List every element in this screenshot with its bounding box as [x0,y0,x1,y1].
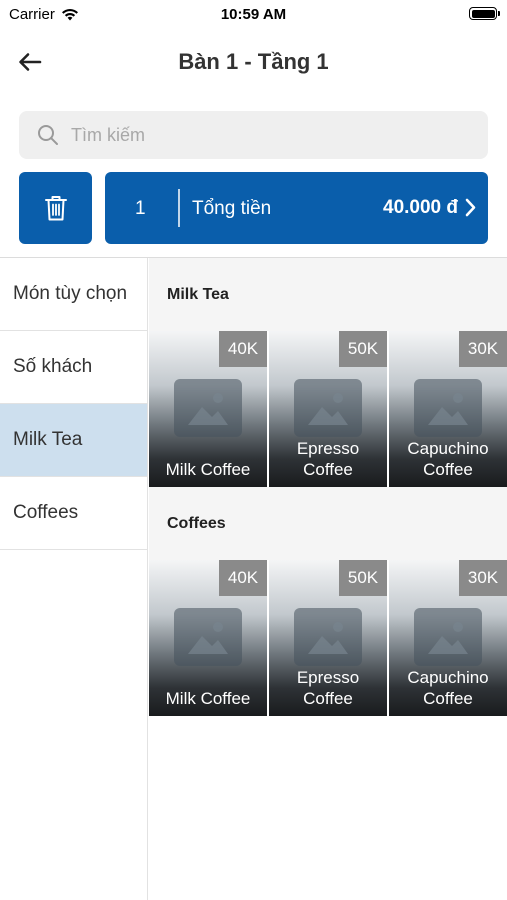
product-row: 40K Milk Coffee 50K Epresso Coffee 30K C… [149,560,507,716]
sidebar-item-label: Món tùy chọn [13,283,128,304]
search-input[interactable] [71,124,451,146]
sidebar-item-coffees[interactable]: Coffees [0,477,147,550]
category-sidebar: Món tùy chọn Số khách Milk Tea Coffees [0,258,148,900]
order-item-count: 1 [135,198,146,219]
sidebar-item-guest-count[interactable]: Số khách [0,331,147,404]
product-name: Capuchino Coffee [407,668,489,708]
product-card[interactable]: 50K Epresso Coffee [269,560,387,716]
section-header-coffees: Coffees [149,487,507,560]
page-title: Bàn 1 - Tầng 1 [178,49,329,74]
total-divider [178,189,180,227]
price-badge: 30K [459,560,507,596]
product-name: Capuchino Coffee [407,439,489,479]
image-placeholder-icon [294,379,362,437]
search-icon [38,125,58,145]
price-badge: 40K [219,331,267,367]
total-label: Tổng tiền [192,198,272,219]
product-card[interactable]: 30K Capuchino Coffee [389,331,507,487]
product-card[interactable]: 40K Milk Coffee [149,560,267,716]
status-bar: Carrier 10:59 AM [0,0,507,30]
product-name: Epresso Coffee [296,668,360,708]
price-badge: 50K [339,560,387,596]
order-total-bar[interactable]: 1 Tổng tiền 40.000 đ [105,172,488,244]
status-time: 10:59 AM [220,6,287,23]
image-placeholder-icon [414,608,482,666]
product-list: Milk Tea 40K Milk Coffee 50K Epresso Cof… [149,258,507,716]
product-name: Milk Coffee [165,460,251,479]
product-row: 40K Milk Coffee 50K Epresso Coffee 30K C… [149,331,507,487]
sidebar-item-custom-dishes[interactable]: Món tùy chọn [0,258,147,331]
trash-icon [44,196,67,221]
sidebar-item-label: Milk Tea [13,429,83,450]
price-badge: 30K [459,331,507,367]
product-card[interactable]: 40K Milk Coffee [149,331,267,487]
price-badge: 50K [339,331,387,367]
image-placeholder-icon [294,608,362,666]
product-name: Milk Coffee [165,689,251,708]
section-header-milk-tea: Milk Tea [149,258,507,331]
image-placeholder-icon [414,379,482,437]
image-placeholder-icon [174,379,242,437]
product-name: Epresso Coffee [296,439,360,479]
total-amount: 40.000 đ [383,197,458,218]
sidebar-item-label: Số khách [13,356,93,377]
battery-icon [469,7,500,20]
search-bar[interactable] [19,111,488,159]
delete-order-button[interactable] [19,172,92,244]
sidebar-item-label: Coffees [13,502,79,523]
chevron-right-icon [465,198,476,217]
nav-bar: Bàn 1 - Tầng 1 [0,38,507,88]
sidebar-item-milk-tea[interactable]: Milk Tea [0,404,147,477]
image-placeholder-icon [174,608,242,666]
product-card[interactable]: 50K Epresso Coffee [269,331,387,487]
product-card[interactable]: 30K Capuchino Coffee [389,560,507,716]
price-badge: 40K [219,560,267,596]
